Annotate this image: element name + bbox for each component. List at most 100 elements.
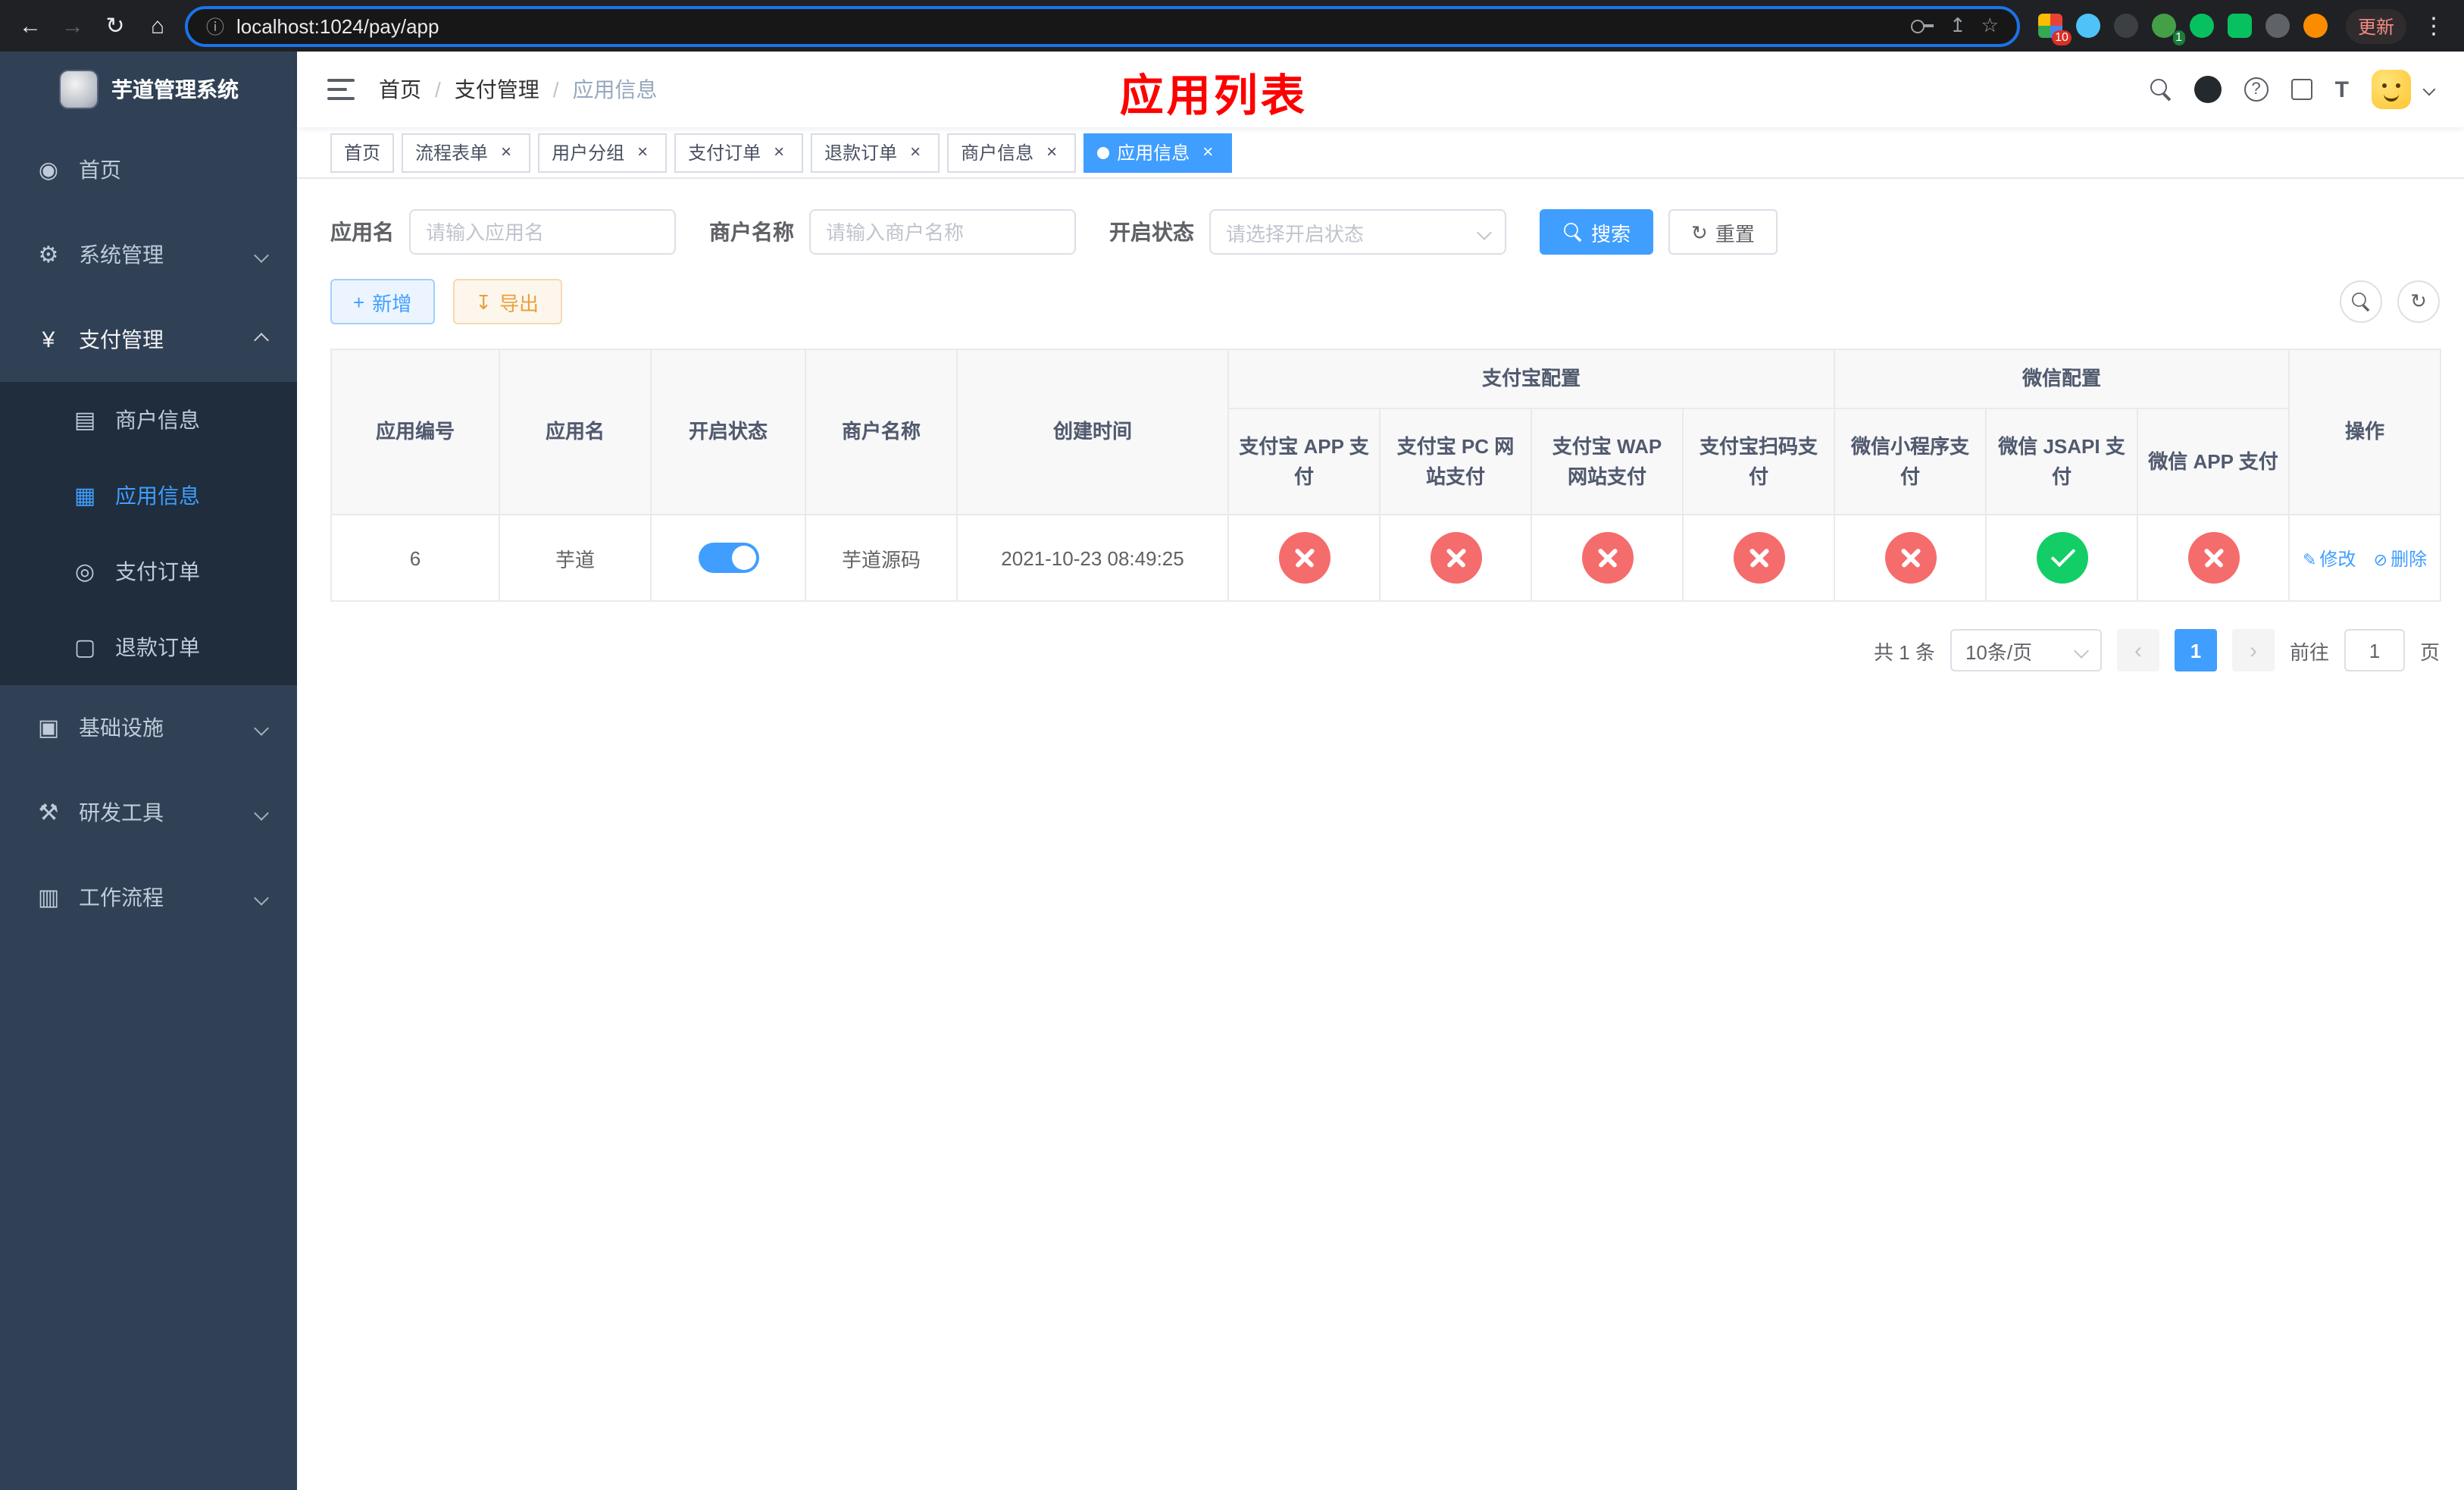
url-bar[interactable]: ⓘ localhost:1024/pay/app ↥ ☆	[185, 5, 2020, 46]
extension-wechat-icon[interactable]	[2189, 14, 2214, 38]
url-text[interactable]: localhost:1024/pay/app	[236, 14, 1900, 37]
col-app-id: 应用编号	[330, 349, 500, 515]
refresh-table-button[interactable]: ↻	[2397, 280, 2440, 323]
status-select[interactable]: 请选择开启状态	[1209, 209, 1506, 255]
site-info-icon[interactable]: ⓘ	[206, 13, 224, 39]
close-icon[interactable]: ×	[768, 141, 790, 163]
status-toggle[interactable]	[698, 543, 758, 573]
tab-merchant-info[interactable]: 商户信息 ×	[947, 133, 1077, 172]
hamburger-icon[interactable]	[327, 79, 355, 100]
sidebar-item-merchant-info[interactable]: ▤ 商户信息	[0, 382, 297, 458]
extension-drop-icon[interactable]	[2075, 14, 2100, 38]
col-actions: 操作	[2288, 349, 2442, 515]
next-page-button[interactable]: ›	[2231, 629, 2275, 671]
export-button[interactable]: ↧ 导出	[452, 279, 562, 324]
update-button[interactable]: 更新	[2345, 8, 2406, 43]
help-icon[interactable]: ?	[2244, 77, 2269, 102]
extension-avatar-icon[interactable]: 1	[2151, 14, 2185, 45]
close-icon[interactable]: ×	[1041, 141, 1062, 163]
menu-label: 系统管理	[79, 243, 164, 267]
tab-label: 应用信息	[1117, 142, 1190, 164]
close-icon[interactable]: ×	[905, 141, 926, 163]
tab-pay-order[interactable]: 支付订单 ×	[674, 133, 804, 172]
tab-label: 支付订单	[688, 142, 761, 164]
forward-icon[interactable]: →	[58, 13, 88, 39]
workflow-icon: ▥	[37, 885, 60, 911]
tools-icon: ⚒	[38, 800, 59, 826]
app-logo[interactable]: 芋道管理系统	[0, 52, 297, 127]
tab-refund-order[interactable]: 退款订单 ×	[811, 133, 940, 172]
fullscreen-icon[interactable]	[2290, 79, 2312, 100]
close-icon[interactable]: ×	[496, 141, 517, 163]
navbar: 首页 / 支付管理 / 应用信息 应用列表 ? T	[297, 52, 2464, 127]
edit-link[interactable]: ✎ 修改	[2303, 548, 2356, 569]
sidebar-menu: ◉ 首页 ⚙ 系统管理 ¥ 支付管理 ▤ 商户信息 ▦ 应用信息 ◎ 支付订单 …	[0, 127, 297, 940]
close-icon[interactable]: ×	[632, 141, 653, 163]
total-count: 共 1 条	[1874, 640, 1935, 663]
avatar[interactable]	[2372, 70, 2411, 109]
logo-image	[58, 70, 98, 109]
col-wx-mini: 微信小程序支付	[1834, 408, 1987, 515]
extension-pin-icon[interactable]	[2265, 14, 2290, 38]
extension-dark-icon[interactable]	[2113, 14, 2138, 38]
back-icon[interactable]: ←	[15, 13, 45, 39]
sidebar-item-refund-order[interactable]: ▢ 退款订单	[0, 609, 297, 685]
chevron-down-icon	[254, 805, 269, 820]
extensions-grid-icon[interactable]: 10	[2037, 14, 2072, 45]
delete-link[interactable]: ⊘ 删除	[2374, 548, 2427, 569]
chevron-down-icon	[2074, 643, 2089, 658]
search-icon	[1564, 223, 1582, 241]
caret-down-icon[interactable]	[2422, 83, 2436, 96]
tab-process-form[interactable]: 流程表单 ×	[402, 133, 531, 172]
add-button[interactable]: + 新增	[330, 279, 435, 324]
share-icon[interactable]: ↥	[1950, 14, 1966, 38]
cell-alipay-pc	[1379, 514, 1532, 602]
status-x-icon	[1430, 532, 1481, 584]
reset-button[interactable]: ↻ 重置	[1668, 209, 1778, 255]
sidebar-item-pay-order[interactable]: ◎ 支付订单	[0, 534, 297, 609]
sidebar-item-infra[interactable]: ▣ 基础设施	[0, 685, 297, 770]
status-x-icon	[1733, 532, 1784, 584]
toggle-search-button[interactable]	[2340, 280, 2382, 323]
navbar-actions: ? T	[2150, 70, 2436, 109]
sidebar-item-workflow[interactable]: ▥ 工作流程	[0, 855, 297, 940]
status-x-icon	[1581, 532, 1633, 584]
password-key-icon[interactable]	[1911, 18, 1934, 33]
page-size-select[interactable]: 10条/页	[1950, 629, 2102, 671]
more-menu-icon[interactable]: ⋮	[2419, 12, 2449, 39]
reload-icon[interactable]: ↻	[100, 12, 130, 39]
app-name-input[interactable]	[409, 209, 676, 255]
refresh-icon: ↻	[2410, 290, 2427, 312]
delete-icon: ⊘	[2373, 551, 2388, 569]
tab-app-info[interactable]: 应用信息 ×	[1083, 133, 1233, 172]
menu-label: 支付订单	[115, 559, 200, 584]
bookmark-star-icon[interactable]: ☆	[1981, 14, 1999, 38]
font-size-icon[interactable]: T	[2335, 77, 2349, 102]
sidebar-item-payment[interactable]: ¥ 支付管理	[0, 297, 297, 382]
sidebar-item-app-info[interactable]: ▦ 应用信息	[0, 458, 297, 534]
sidebar: 芋道管理系统 ◉ 首页 ⚙ 系统管理 ¥ 支付管理 ▤ 商户信息 ▦ 应用信息 …	[0, 52, 297, 1490]
home-icon[interactable]: ⌂	[142, 13, 173, 39]
menu-label: 退款订单	[115, 635, 200, 659]
tab-user-group[interactable]: 用户分组 ×	[538, 133, 668, 172]
extension-face-icon[interactable]	[2303, 14, 2328, 38]
close-icon[interactable]: ×	[1197, 141, 1218, 163]
col-alipay-wap: 支付宝 WAP 网站支付	[1531, 408, 1684, 515]
tab-home[interactable]: 首页	[330, 133, 395, 172]
goto-page-input[interactable]	[2344, 629, 2405, 671]
sidebar-item-dev-tools[interactable]: ⚒ 研发工具	[0, 770, 297, 855]
menu-label: 首页	[79, 158, 121, 182]
app-title: 芋道管理系统	[111, 77, 239, 102]
search-icon[interactable]	[2150, 79, 2172, 100]
sidebar-item-system[interactable]: ⚙ 系统管理	[0, 212, 297, 297]
github-icon[interactable]	[2194, 76, 2222, 103]
prev-page-button[interactable]: ‹	[2116, 629, 2159, 671]
search-button[interactable]: 搜索	[1540, 209, 1654, 255]
sidebar-item-home[interactable]: ◉ 首页	[0, 127, 297, 212]
breadcrumb-payment[interactable]: 支付管理	[455, 74, 539, 105]
extension-chat-icon[interactable]	[2227, 14, 2252, 38]
page-1-button[interactable]: 1	[2174, 629, 2217, 671]
merchant-name-input[interactable]	[809, 209, 1076, 255]
cell-alipay-qr	[1681, 514, 1836, 602]
breadcrumb-home[interactable]: 首页	[379, 74, 421, 105]
